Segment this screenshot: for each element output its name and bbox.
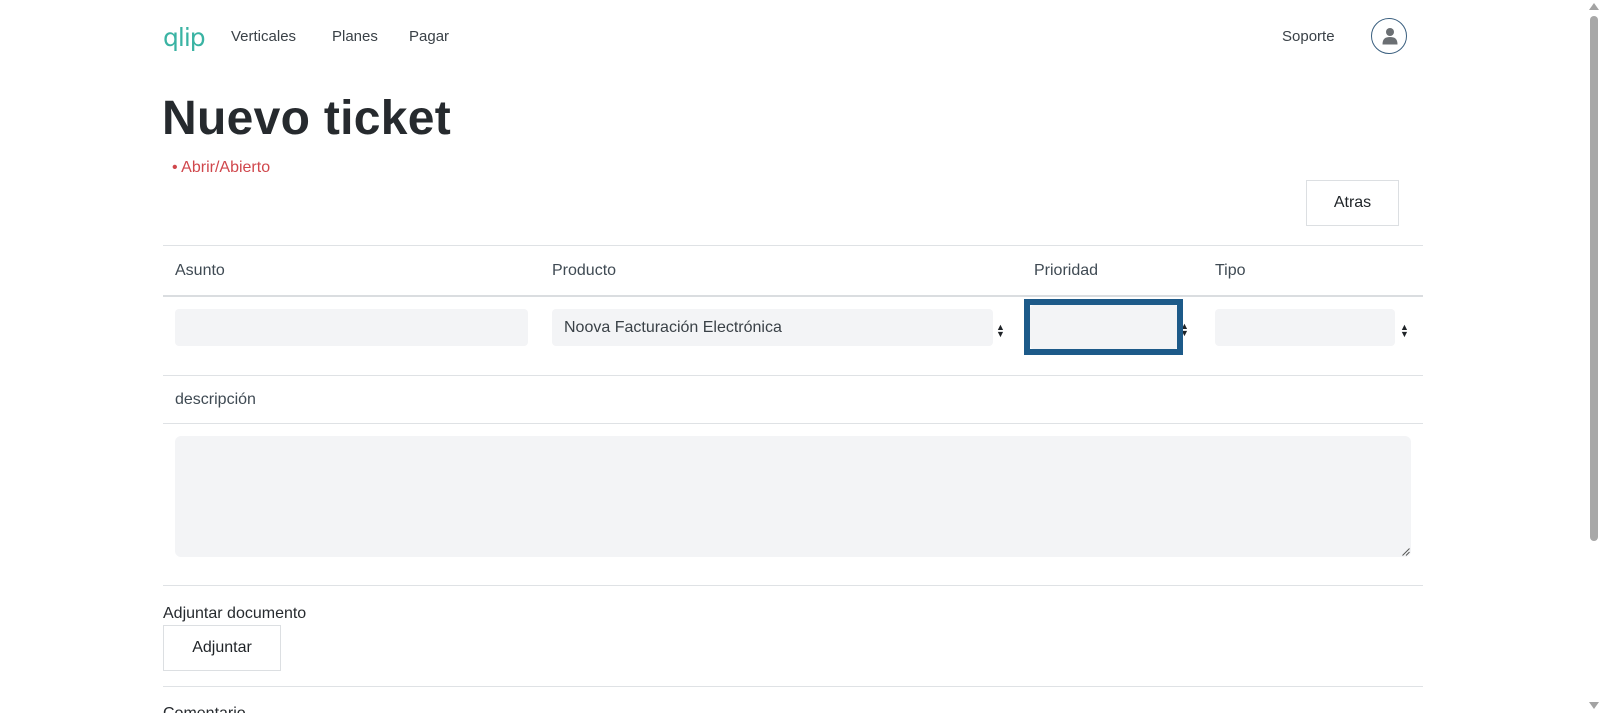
divider: [163, 686, 1423, 687]
user-icon: [1382, 28, 1398, 45]
page-title: Nuevo ticket: [162, 92, 452, 145]
comment-label: Comentario: [163, 704, 246, 713]
divider: [163, 245, 1423, 246]
page: qlip Verticales Planes Pagar Soporte Nue…: [0, 0, 1600, 713]
top-nav: qlip Verticales Planes Pagar Soporte: [163, 18, 1409, 56]
column-header-asunto: Asunto: [175, 262, 225, 279]
nav-link-soporte[interactable]: Soporte: [1282, 28, 1335, 46]
attach-label: Adjuntar documento: [163, 605, 307, 622]
back-button[interactable]: Atras: [1306, 180, 1399, 226]
avatar-button[interactable]: [1371, 18, 1407, 54]
focus-ring: [1024, 299, 1183, 355]
scroll-up-arrow-icon[interactable]: [1589, 3, 1599, 10]
column-header-producto: Producto: [552, 262, 617, 279]
column-header-prioridad: Prioridad: [1034, 262, 1099, 279]
logo[interactable]: qlip: [163, 24, 206, 52]
scroll-thumb[interactable]: [1590, 16, 1598, 541]
producto-select-value: Noova Facturación Electrónica: [552, 309, 993, 346]
producto-select[interactable]: Noova Facturación Electrónica ▲ ▼: [552, 309, 1012, 346]
select-arrows-icon: ▲ ▼: [996, 322, 1005, 339]
status-badge: • Abrir/Abierto: [172, 159, 271, 176]
column-header-tipo: Tipo: [1215, 262, 1246, 279]
nav-link-verticales[interactable]: Verticales: [231, 28, 296, 46]
scroll-down-arrow-icon[interactable]: [1589, 702, 1599, 709]
asunto-input[interactable]: [175, 309, 528, 346]
divider: [163, 585, 1423, 586]
attach-button[interactable]: Adjuntar: [163, 625, 281, 671]
description-label: descripción: [175, 391, 256, 408]
scrollbar[interactable]: [1587, 0, 1600, 713]
description-textarea[interactable]: [175, 436, 1411, 557]
divider: [163, 375, 1423, 376]
divider: [163, 295, 1423, 297]
tipo-select[interactable]: ▲ ▼: [1215, 309, 1411, 346]
nav-link-pagar[interactable]: Pagar: [409, 28, 449, 46]
nav-link-planes[interactable]: Planes: [332, 28, 378, 46]
resize-handle-icon[interactable]: [1402, 548, 1410, 556]
select-arrows-icon: ▲ ▼: [1400, 322, 1409, 339]
divider: [163, 423, 1423, 424]
tipo-select-value: [1215, 309, 1395, 346]
